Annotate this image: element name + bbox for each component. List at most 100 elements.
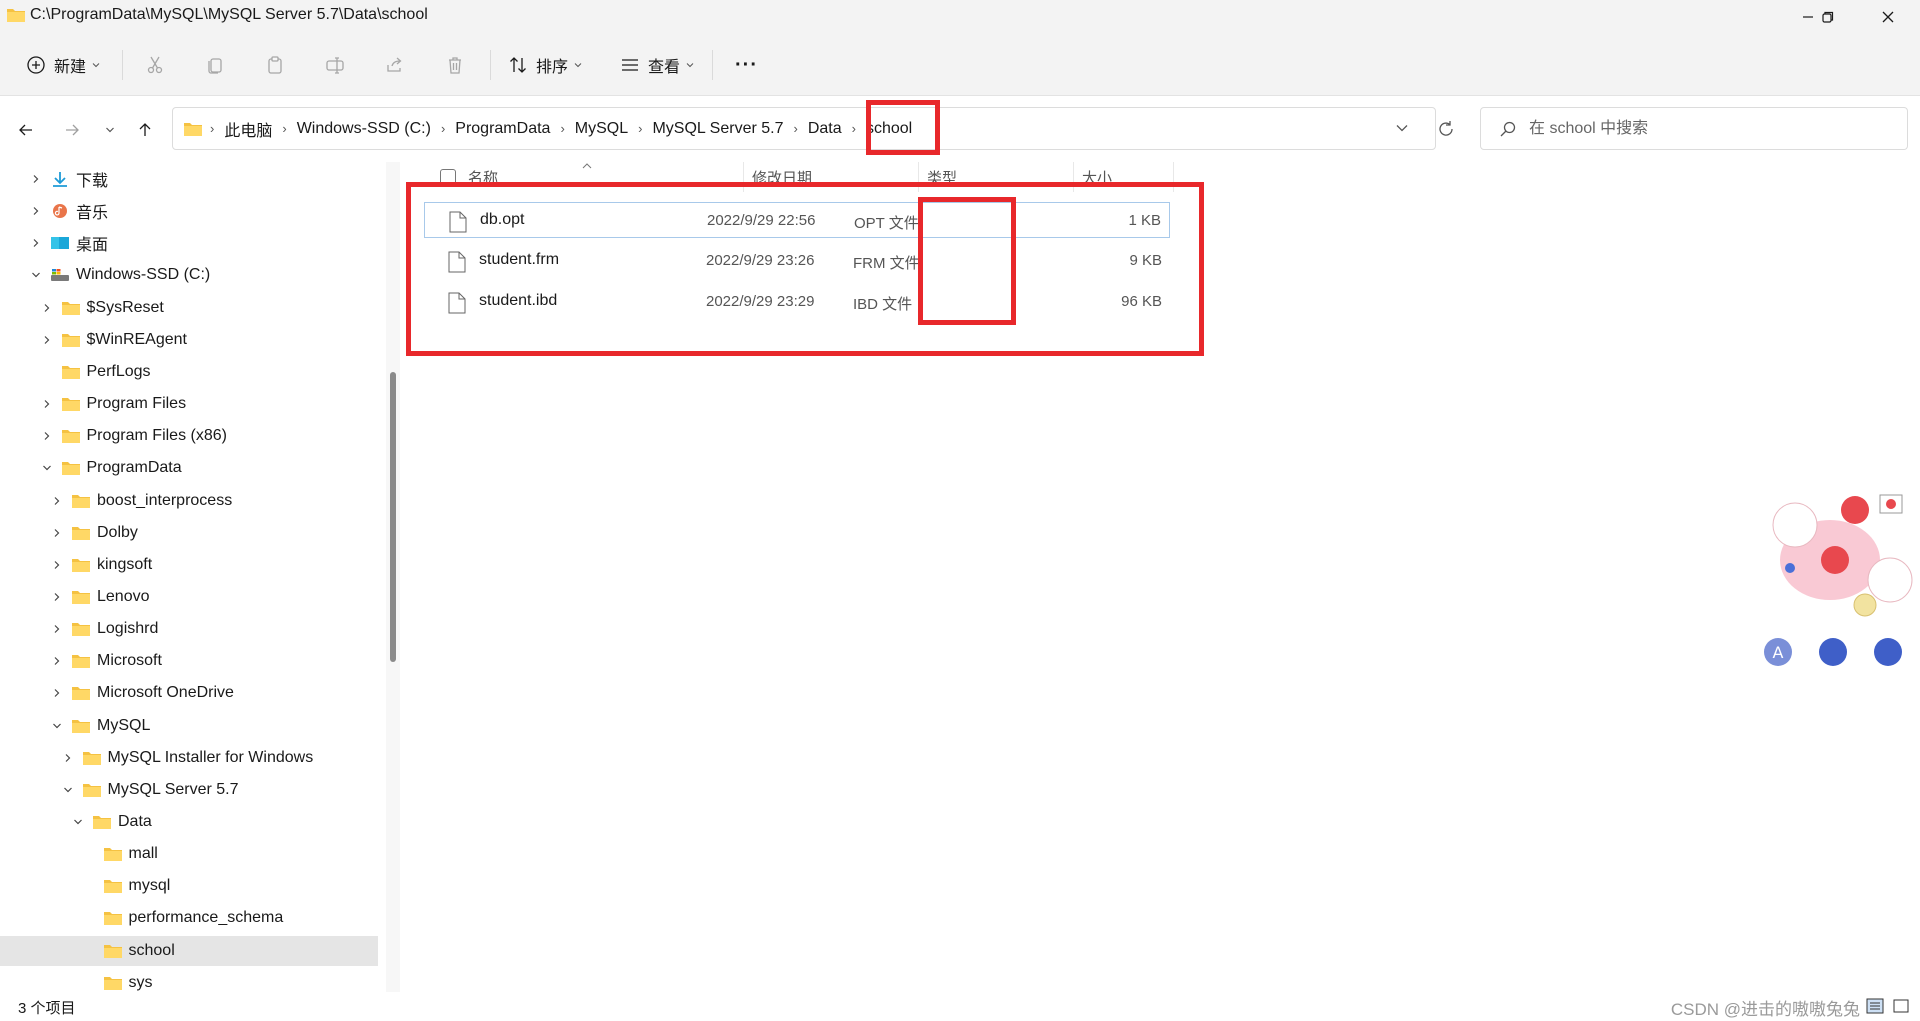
tree-item[interactable]: Program Files (x86)	[0, 421, 378, 451]
tree-item-label: Program Files (x86)	[86, 427, 227, 445]
address-history-button[interactable]	[1395, 121, 1409, 140]
tree-item-label: mysql	[128, 877, 171, 895]
share-button[interactable]	[385, 50, 405, 80]
paste-button[interactable]	[265, 50, 285, 80]
chevron-right-icon[interactable]	[28, 235, 44, 251]
chevron-right-icon[interactable]	[60, 750, 76, 766]
folder-icon	[103, 976, 122, 990]
search-box[interactable]	[1480, 107, 1908, 150]
select-all-checkbox[interactable]	[440, 169, 456, 185]
tree-item[interactable]: MySQL	[0, 711, 378, 741]
chevron-right-icon[interactable]	[39, 396, 55, 412]
scrollbar-thumb[interactable]	[390, 372, 396, 662]
chevron-right-icon[interactable]	[49, 525, 65, 541]
restore-button[interactable]	[1800, 0, 1856, 34]
close-button[interactable]	[1860, 0, 1916, 34]
more-options-button[interactable]: ···	[735, 50, 758, 80]
back-button[interactable]	[14, 118, 38, 142]
tree-item[interactable]: 下载	[0, 164, 378, 194]
delete-button[interactable]	[445, 50, 465, 80]
file-row[interactable]: db.opt 2022/9/29 22:56 OPT 文件 1 KB	[424, 202, 1170, 238]
tree-item[interactable]: Lenovo	[0, 582, 378, 612]
tree-item[interactable]: performance_schema	[0, 903, 378, 933]
tree-item-label: Logishrd	[97, 620, 159, 638]
chevron-right-icon[interactable]	[49, 685, 65, 701]
breadcrumb-this-pc[interactable]: 此电脑	[215, 117, 281, 141]
file-row[interactable]: student.frm 2022/9/29 23:26 FRM 文件 9 KB	[424, 243, 1170, 279]
view-button[interactable]: 查看	[620, 50, 694, 80]
folder-icon	[103, 944, 122, 958]
breadcrumb-mysql[interactable]: MySQL	[566, 120, 637, 138]
chevron-right-icon[interactable]	[39, 428, 55, 444]
folder-icon	[72, 719, 90, 733]
navigation-scrollbar[interactable]	[386, 162, 400, 992]
tree-item[interactable]: Program Files	[0, 389, 378, 419]
chevron-down-icon[interactable]	[28, 267, 44, 283]
tree-item[interactable]: 音乐	[0, 196, 378, 226]
copy-button[interactable]	[205, 50, 225, 80]
sort-button[interactable]: 排序	[508, 50, 582, 80]
chevron-right-icon[interactable]	[49, 589, 65, 605]
chevron-down-icon[interactable]	[49, 718, 65, 734]
chevron-down-icon[interactable]	[70, 814, 86, 830]
tree-item[interactable]: MySQL Installer for Windows	[0, 743, 378, 773]
column-header-size[interactable]: 大小	[1074, 162, 1174, 192]
cut-button[interactable]	[145, 50, 165, 80]
forward-button[interactable]	[60, 118, 84, 142]
up-button[interactable]	[133, 118, 157, 142]
tree-item[interactable]: MySQL Server 5.7	[0, 775, 378, 805]
search-input[interactable]	[1529, 116, 1889, 142]
sort-label: 排序	[536, 59, 569, 76]
chevron-right-icon[interactable]	[49, 653, 65, 669]
rename-button[interactable]	[325, 50, 345, 80]
tree-item[interactable]: PerfLogs	[0, 357, 378, 387]
chevron-right-icon[interactable]	[39, 332, 55, 348]
tree-item[interactable]: mysql	[0, 871, 378, 901]
chevron-right-icon[interactable]	[49, 557, 65, 573]
column-header-type[interactable]: 类型	[919, 162, 1074, 192]
tree-item[interactable]: ProgramData	[0, 453, 378, 483]
tree-item-label: Dolby	[97, 523, 138, 541]
chevron-down-icon[interactable]	[39, 460, 55, 476]
chevron-down-icon[interactable]	[60, 782, 76, 798]
file-row[interactable]: student.ibd 2022/9/29 23:29 IBD 文件 96 KB	[424, 284, 1170, 320]
tree-item[interactable]: Microsoft	[0, 646, 378, 676]
folder-icon	[61, 333, 80, 347]
tree-item[interactable]: Logishrd	[0, 614, 378, 644]
chevron-right-icon[interactable]	[49, 621, 65, 637]
large-icons-view-icon[interactable]	[1892, 997, 1910, 1015]
file-list-pane: 名称 修改日期 类型 大小 db.opt 2022/9/29 22:56 OPT…	[400, 162, 1920, 992]
tree-item-label: MySQL Server 5.7	[107, 780, 239, 798]
column-header-name-label: 名称	[468, 169, 499, 187]
tree-item[interactable]: school	[0, 935, 378, 966]
breadcrumb-drive-c[interactable]: Windows-SSD (C:)	[288, 120, 440, 138]
tree-item[interactable]: kingsoft	[0, 550, 378, 580]
tree-item[interactable]: sys	[0, 968, 378, 992]
tree-item[interactable]: boost_interprocess	[0, 486, 378, 516]
tree-item[interactable]: Data	[0, 807, 378, 837]
breadcrumb-programdata[interactable]: ProgramData	[446, 120, 559, 138]
tree-item[interactable]: Dolby	[0, 518, 378, 548]
breadcrumb-data[interactable]: Data	[799, 120, 851, 138]
recent-locations-button[interactable]	[98, 118, 122, 142]
chevron-right-icon[interactable]	[39, 300, 55, 316]
breadcrumb-mysql-server[interactable]: MySQL Server 5.7	[643, 120, 792, 138]
chevron-right-icon[interactable]	[49, 493, 65, 509]
chevron-right-icon[interactable]	[28, 171, 44, 187]
new-button[interactable]: 新建	[26, 50, 100, 80]
refresh-button[interactable]	[1437, 120, 1455, 143]
tree-item[interactable]: $WinREAgent	[0, 325, 378, 355]
address-bar[interactable]: › 此电脑 › Windows-SSD (C:) › ProgramData ›…	[172, 107, 1453, 150]
details-view-icon[interactable]	[1866, 997, 1884, 1015]
tree-item[interactable]: 桌面	[0, 228, 378, 258]
breadcrumb-school[interactable]: school	[857, 120, 921, 138]
tree-item[interactable]: Windows-SSD (C:)	[0, 260, 378, 290]
tree-item[interactable]: $SysReset	[0, 293, 378, 323]
column-header-name[interactable]: 名称	[424, 162, 744, 192]
desktop-icon	[51, 237, 69, 250]
tree-item[interactable]: mall	[0, 839, 378, 869]
tree-item[interactable]: Microsoft OneDrive	[0, 678, 378, 708]
chevron-right-icon[interactable]	[28, 203, 44, 219]
column-header-date[interactable]: 修改日期	[744, 162, 919, 192]
